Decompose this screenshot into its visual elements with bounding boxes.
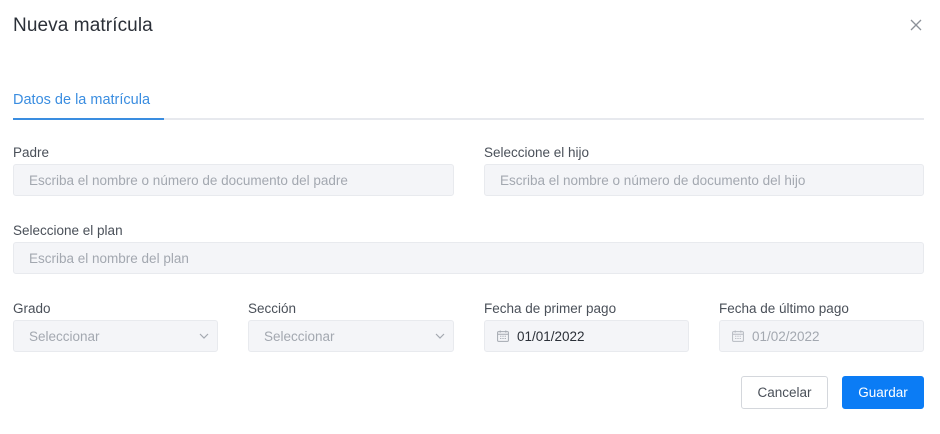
modal-title: Nueva matrícula bbox=[13, 15, 153, 36]
fecha-ultimo-pago-input[interactable]: 01/02/2022 bbox=[719, 320, 924, 352]
plan-placeholder: Escriba el nombre del plan bbox=[29, 250, 189, 266]
padre-input[interactable]: Escriba el nombre o número de documento … bbox=[13, 164, 454, 196]
seccion-placeholder: Seleccionar bbox=[264, 328, 335, 344]
fecha-primer-pago-value: 01/01/2022 bbox=[517, 328, 585, 344]
calendar-icon bbox=[732, 330, 752, 342]
fecha-ultimo-pago-label: Fecha de último pago bbox=[719, 301, 849, 316]
hijo-input[interactable]: Escriba el nombre o número de documento … bbox=[484, 164, 924, 196]
grado-select[interactable]: Seleccionar bbox=[13, 320, 218, 352]
plan-label: Seleccione el plan bbox=[13, 223, 123, 238]
chevron-down-icon bbox=[191, 333, 217, 339]
tab-bar: Datos de la matrícula bbox=[13, 86, 924, 120]
fecha-ultimo-pago-value: 01/02/2022 bbox=[752, 328, 820, 344]
seccion-label: Sección bbox=[248, 301, 297, 316]
chevron-down-icon bbox=[427, 333, 453, 339]
padre-label: Padre bbox=[13, 145, 50, 160]
hijo-placeholder: Escriba el nombre o número de documento … bbox=[500, 172, 806, 188]
plan-input[interactable]: Escriba el nombre del plan bbox=[13, 242, 924, 274]
padre-placeholder: Escriba el nombre o número de documento … bbox=[29, 172, 348, 188]
close-button[interactable] bbox=[906, 15, 926, 35]
hijo-label: Seleccione el hijo bbox=[484, 145, 590, 160]
seccion-select[interactable]: Seleccionar bbox=[248, 320, 454, 352]
cancel-button[interactable]: Cancelar bbox=[741, 376, 828, 409]
grado-placeholder: Seleccionar bbox=[29, 328, 100, 344]
calendar-icon bbox=[497, 330, 517, 342]
fecha-primer-pago-input[interactable]: 01/01/2022 bbox=[484, 320, 689, 352]
save-button[interactable]: Guardar bbox=[842, 376, 924, 409]
grado-label: Grado bbox=[13, 301, 51, 316]
close-icon bbox=[910, 19, 922, 31]
tab-datos-matricula[interactable]: Datos de la matrícula bbox=[13, 92, 164, 120]
fecha-primer-pago-label: Fecha de primer pago bbox=[484, 301, 617, 316]
